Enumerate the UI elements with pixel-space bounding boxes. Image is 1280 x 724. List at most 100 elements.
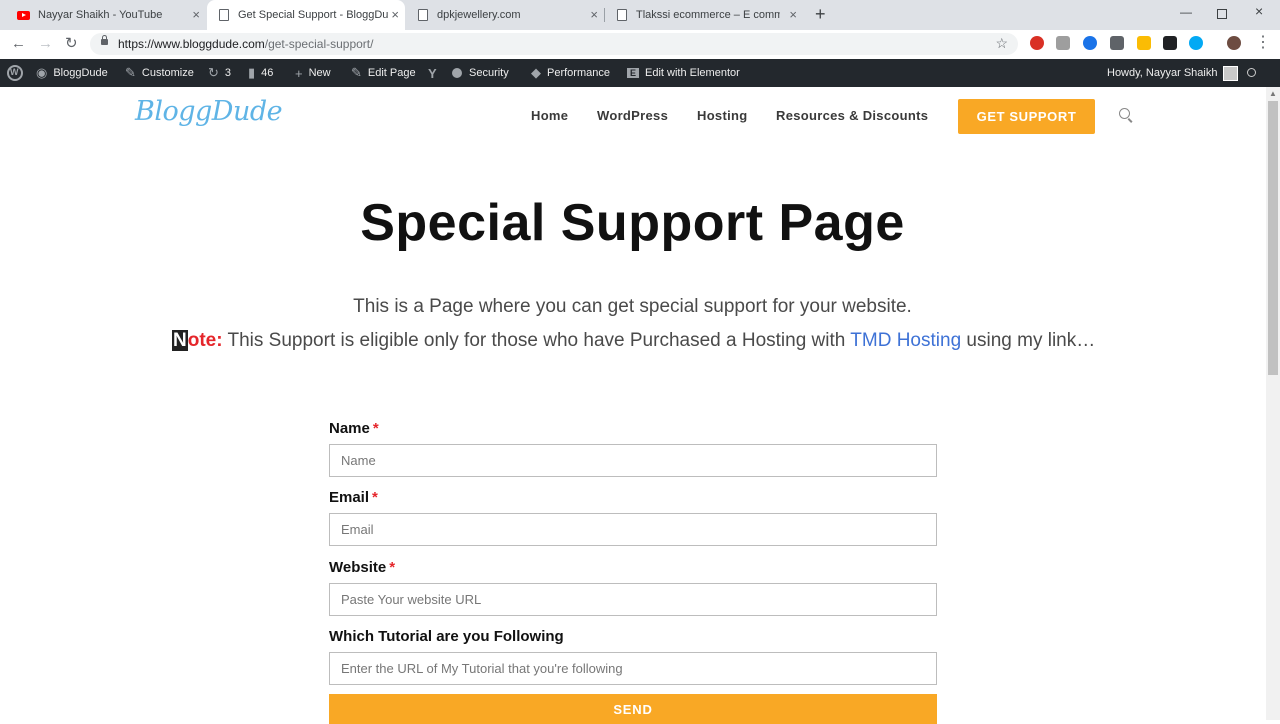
updates-icon: ↻ [208, 65, 219, 80]
website-label: Website * [329, 559, 396, 576]
scroll-up-arrow-icon[interactable]: ▲ [1269, 89, 1277, 98]
close-tab-icon[interactable]: × [391, 7, 399, 23]
email-field[interactable] [329, 513, 937, 546]
pencil-icon: ✎ [351, 65, 362, 80]
required-asterisk: * [372, 489, 378, 506]
admin-bar-security-label: Security [469, 67, 509, 79]
admin-bar-edit-page-label: Edit Page [367, 67, 416, 79]
page-icon [617, 9, 627, 21]
extension-icon[interactable] [1083, 36, 1097, 50]
admin-bar-elementor[interactable]: E Edit with Elementor [627, 59, 740, 87]
dashboard-icon: ◉ [36, 65, 48, 80]
name-field[interactable] [329, 444, 937, 477]
avatar [1223, 65, 1239, 81]
wordpress-logo-icon[interactable] [7, 59, 23, 87]
forward-icon[interactable]: → [38, 35, 53, 53]
nav-hosting[interactable]: Hosting [697, 108, 747, 123]
admin-bar-performance-label: Performance [547, 67, 610, 79]
security-status-icon [452, 68, 462, 78]
comments-count: 46 [261, 67, 274, 79]
minimize-icon[interactable]: — [1180, 5, 1192, 19]
extension-icon[interactable] [1137, 36, 1151, 50]
restore-icon[interactable] [1217, 9, 1227, 19]
back-icon[interactable]: ← [11, 35, 26, 53]
comment-icon: ▮ [248, 65, 256, 80]
extension-icon[interactable] [1110, 36, 1124, 50]
admin-bar-updates[interactable]: ↻ 3 [208, 59, 231, 87]
note-text: This Support is eligible only for those … [222, 330, 851, 351]
admin-bar-comments[interactable]: ▮ 46 [248, 59, 273, 87]
opera-extension-icon[interactable] [1030, 36, 1044, 50]
reload-icon[interactable]: ↻ [65, 35, 78, 53]
close-window-icon[interactable]: × [1255, 3, 1263, 19]
new-tab-button[interactable]: + [815, 5, 826, 23]
required-asterisk: * [389, 559, 396, 576]
bookmark-star-icon[interactable]: ☆ [995, 35, 1008, 52]
eligibility-note: Note: This Support is eligible only for … [172, 330, 1095, 352]
admin-bar-site[interactable]: ◉ BloggDude [36, 59, 108, 87]
plus-icon: + [295, 65, 303, 81]
browser-toolbar: ← → ↻ https://www.bloggdude.com/get-spec… [0, 30, 1280, 60]
nav-resources-discounts[interactable]: Resources & Discounts [776, 108, 928, 123]
brush-icon: ✎ [125, 65, 136, 80]
extension-icon[interactable] [1056, 36, 1070, 50]
youtube-icon [17, 10, 30, 20]
nav-home[interactable]: Home [531, 108, 568, 123]
performance-icon: ◆ [531, 65, 541, 80]
nav-wordpress[interactable]: WordPress [597, 108, 668, 123]
intro-text: This is a Page where you can get special… [353, 296, 912, 317]
address-bar[interactable]: https://www.bloggdude.com/get-special-su… [90, 33, 1018, 55]
profile-avatar[interactable] [1227, 36, 1241, 50]
page-icon [219, 9, 229, 21]
get-support-button[interactable]: GET SUPPORT [958, 99, 1095, 134]
yoast-seo-icon[interactable]: Y [428, 59, 443, 87]
lock-icon [101, 35, 108, 45]
scrollbar-thumb[interactable] [1268, 101, 1278, 375]
admin-bar-new[interactable]: + New [295, 59, 331, 87]
admin-bar-site-label: BloggDude [53, 67, 108, 79]
admin-bar-elementor-label: Edit with Elementor [645, 67, 740, 79]
search-icon[interactable] [1119, 108, 1130, 119]
page-icon [418, 9, 428, 21]
updates-count: 3 [224, 67, 232, 79]
tmd-hosting-link[interactable]: TMD Hosting [850, 330, 961, 351]
close-tab-icon[interactable]: × [590, 7, 598, 23]
name-label: Name * [329, 420, 379, 437]
wp-admin-bar: ◉ BloggDude ✎ Customize ↻ 3 ▮ 46 + New ✎… [0, 59, 1280, 87]
extension-icon[interactable] [1163, 36, 1177, 50]
close-tab-icon[interactable]: × [192, 7, 200, 23]
tab-title: dpkjewellery.com [437, 9, 521, 21]
page-scrollbar[interactable]: ▲ [1266, 87, 1280, 720]
note-tail: using my link… [961, 330, 1096, 351]
tab-title: Tlakssi ecommerce – E commerce [636, 9, 780, 21]
tab-dpkjewellery[interactable]: dpkjewellery.com × [406, 0, 604, 30]
tab-title: Nayyar Shaikh - YouTube [38, 9, 163, 21]
browser-tab-strip: Nayyar Shaikh - YouTube × Get Special Su… [0, 0, 1280, 30]
elementor-icon: E [627, 68, 640, 78]
admin-bar-new-label: New [308, 67, 331, 79]
admin-bar-account[interactable]: Howdy, Nayyar Shaikh [1107, 59, 1239, 87]
tutorial-url-field[interactable] [329, 652, 937, 685]
email-label: Email * [329, 489, 378, 506]
admin-bar-edit-page[interactable]: ✎ Edit Page [351, 59, 416, 87]
admin-bar-howdy: Howdy, Nayyar Shaikh [1107, 67, 1218, 79]
browser-menu-icon[interactable]: ⋮ [1255, 34, 1271, 52]
tab-get-special-support[interactable]: Get Special Support - BloggDude × [207, 0, 405, 30]
note-label: Note: [172, 330, 223, 351]
admin-bar-search-icon[interactable] [1247, 59, 1256, 87]
tab-youtube[interactable]: Nayyar Shaikh - YouTube × [8, 0, 206, 30]
site-logo[interactable]: BloggDude [135, 96, 283, 127]
close-tab-icon[interactable]: × [789, 7, 797, 23]
admin-bar-security[interactable]: Security [452, 59, 509, 87]
admin-bar-performance[interactable]: ◆ Performance [531, 59, 610, 87]
page-title: Special Support Page [360, 194, 905, 252]
tab-tlakssi[interactable]: Tlakssi ecommerce – E commerce × [605, 0, 803, 30]
tutorial-label: Which Tutorial are you Following [329, 628, 564, 645]
required-asterisk: * [372, 420, 379, 437]
tab-title: Get Special Support - BloggDude [238, 9, 388, 21]
admin-bar-customize[interactable]: ✎ Customize [125, 59, 194, 87]
website-field[interactable] [329, 583, 937, 616]
url-text: https://www.bloggdude.com/get-special-su… [118, 37, 374, 51]
admin-bar-customize-label: Customize [141, 67, 194, 79]
extension-icon[interactable] [1189, 36, 1203, 50]
